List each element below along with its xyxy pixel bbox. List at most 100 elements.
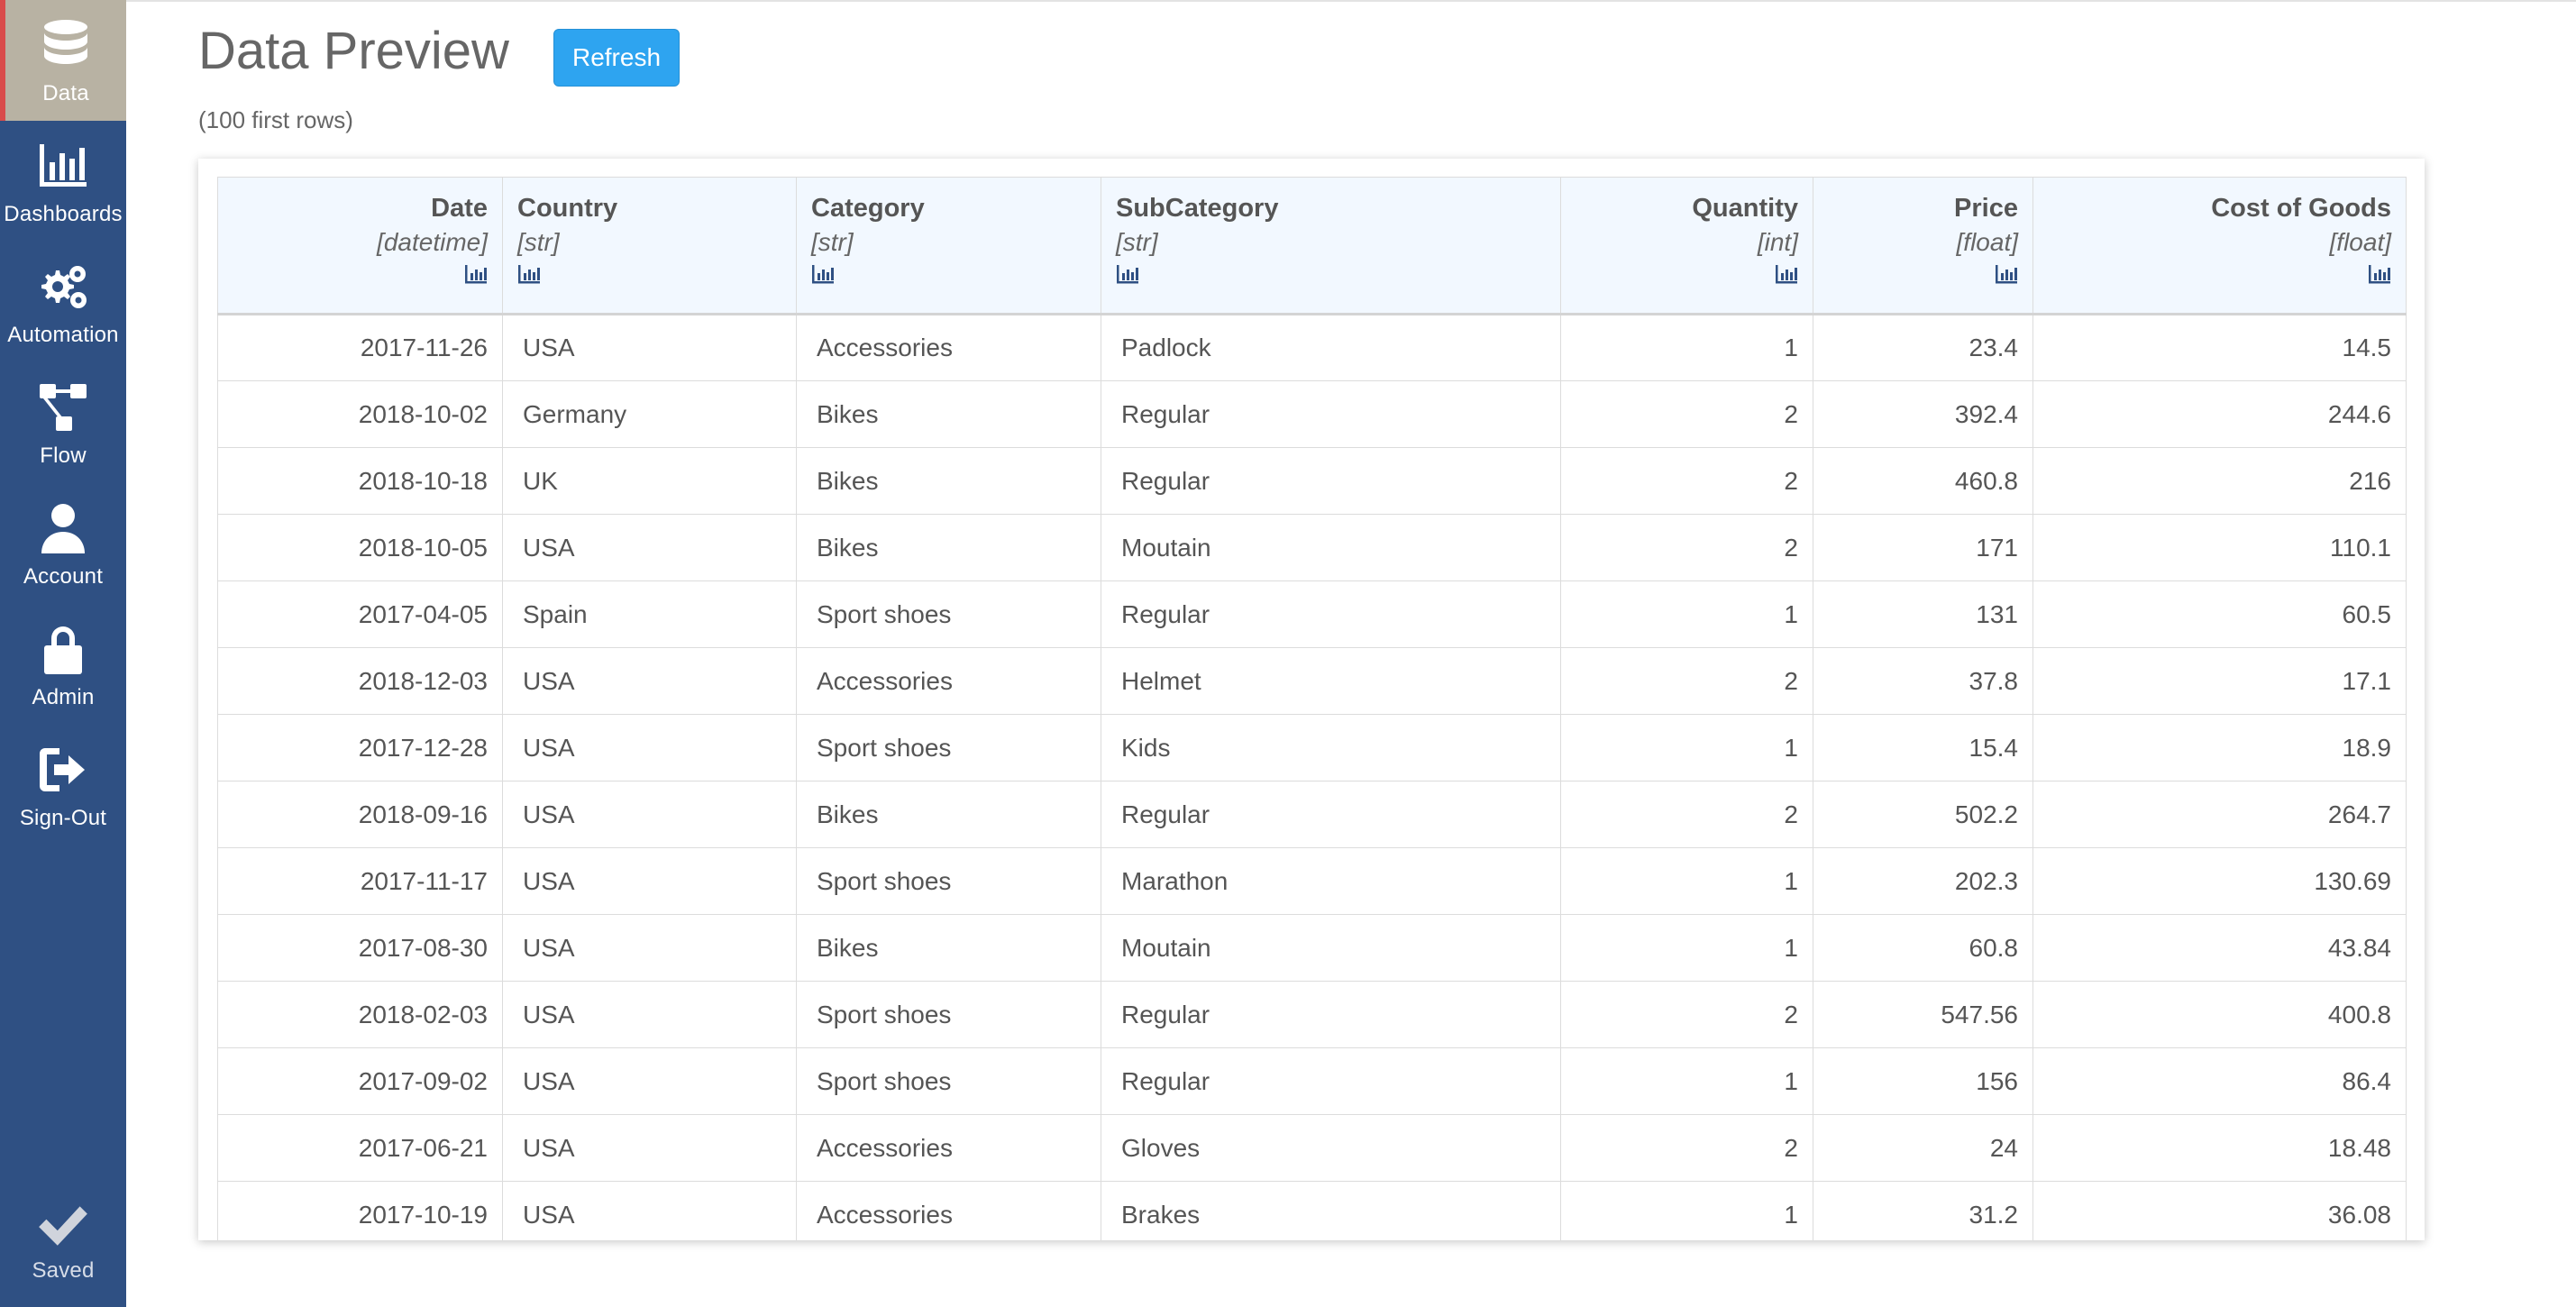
cell-subcategory: Brakes bbox=[1101, 1181, 1561, 1240]
cell-date: 2017-06-21 bbox=[217, 1114, 503, 1182]
table-header-row: Date [datetime] Country [str] Category [str] S… bbox=[217, 177, 2407, 315]
cell-quantity: 1 bbox=[1560, 580, 1813, 648]
cell-subcategory: Regular bbox=[1101, 580, 1561, 648]
cell-country: USA bbox=[502, 314, 797, 381]
cell-cost-of-goods: 60.5 bbox=[2032, 580, 2407, 648]
column-name: Price bbox=[1954, 194, 2018, 223]
cell-cost-of-goods: 130.69 bbox=[2032, 847, 2407, 915]
cell-category: Bikes bbox=[796, 514, 1101, 581]
cell-category: Bikes bbox=[796, 781, 1101, 848]
cell-price: 131 bbox=[1813, 580, 2033, 648]
sidebar-item-label: Account bbox=[23, 564, 104, 589]
cell-cost-of-goods: 18.48 bbox=[2032, 1114, 2407, 1182]
cell-country: USA bbox=[502, 514, 797, 581]
lock-icon bbox=[34, 620, 92, 678]
sidebar-item-account[interactable]: Account bbox=[0, 483, 126, 604]
column-type: [str] bbox=[517, 228, 560, 256]
cell-subcategory: Padlock bbox=[1101, 314, 1561, 381]
refresh-button[interactable]: Refresh bbox=[553, 29, 680, 87]
cell-country: USA bbox=[502, 847, 797, 915]
column-name: Cost of Goods bbox=[2211, 194, 2391, 223]
column-name: SubCategory bbox=[1116, 194, 1279, 223]
cell-price: 37.8 bbox=[1813, 647, 2033, 715]
top-divider bbox=[126, 0, 2576, 2]
cell-quantity: 2 bbox=[1560, 380, 1813, 448]
bar-chart-icon[interactable] bbox=[1576, 262, 1798, 288]
cell-category: Accessories bbox=[796, 314, 1101, 381]
cell-subcategory: Gloves bbox=[1101, 1114, 1561, 1182]
cell-country: USA bbox=[502, 1114, 797, 1182]
cell-date: 2017-10-19 bbox=[217, 1181, 503, 1240]
cell-price: 156 bbox=[1813, 1047, 2033, 1115]
cell-country: UK bbox=[502, 447, 797, 515]
table-body: 2017-11-26 USA Accessories Padlock 1 23.4 14.5… bbox=[217, 314, 2407, 1240]
cell-date: 2018-12-03 bbox=[217, 647, 503, 715]
column-name: Country bbox=[517, 194, 618, 223]
table-row: 2018-10-05 USA Bikes Moutain 2 171 110.1 bbox=[217, 514, 2407, 581]
rows-subtitle: (100 first rows) bbox=[198, 106, 353, 133]
sidebar-item-automation[interactable]: Automation bbox=[0, 242, 126, 362]
sidebar: Data Dashboards Automation Flow Account … bbox=[0, 0, 126, 1307]
cell-price: 171 bbox=[1813, 514, 2033, 581]
cell-quantity: 2 bbox=[1560, 514, 1813, 581]
bar-chart-icon[interactable] bbox=[2048, 262, 2391, 288]
bar-chart-icon[interactable] bbox=[233, 262, 488, 288]
cell-date: 2018-10-05 bbox=[217, 514, 503, 581]
cell-quantity: 1 bbox=[1560, 1181, 1813, 1240]
cell-subcategory: Kids bbox=[1101, 714, 1561, 781]
column-type: [str] bbox=[811, 228, 854, 256]
column-header-subcategory: SubCategory [str] bbox=[1101, 177, 1561, 315]
cell-price: 24 bbox=[1813, 1114, 2033, 1182]
sidebar-item-flow[interactable]: Flow bbox=[0, 362, 126, 483]
sidebar-item-label: Automation bbox=[7, 323, 119, 347]
column-header-price: Price [float] bbox=[1813, 177, 2033, 315]
checkmark-icon bbox=[39, 1206, 87, 1246]
bar-chart-icon[interactable] bbox=[1828, 262, 2018, 288]
sidebar-item-data[interactable]: Data bbox=[0, 0, 126, 121]
cell-category: Sport shoes bbox=[796, 1047, 1101, 1115]
user-icon bbox=[34, 499, 92, 557]
cell-quantity: 2 bbox=[1560, 781, 1813, 848]
table-row: 2018-10-02 Germany Bikes Regular 2 392.4 244.6 bbox=[217, 380, 2407, 448]
cell-subcategory: Regular bbox=[1101, 981, 1561, 1048]
cell-date: 2018-02-03 bbox=[217, 981, 503, 1048]
cell-cost-of-goods: 400.8 bbox=[2032, 981, 2407, 1048]
sidebar-item-admin[interactable]: Admin bbox=[0, 604, 126, 725]
cell-country: USA bbox=[502, 647, 797, 715]
bar-chart-icon[interactable] bbox=[811, 262, 1086, 288]
cell-date: 2017-11-17 bbox=[217, 847, 503, 915]
cell-quantity: 1 bbox=[1560, 714, 1813, 781]
cell-category: Sport shoes bbox=[796, 714, 1101, 781]
sidebar-item-label: Admin bbox=[32, 685, 95, 709]
cell-price: 202.3 bbox=[1813, 847, 2033, 915]
sidebar-item-label: Dashboards bbox=[4, 202, 123, 226]
cell-quantity: 1 bbox=[1560, 314, 1813, 381]
table-row: 2018-09-16 USA Bikes Regular 2 502.2 264.7 bbox=[217, 781, 2407, 848]
cell-price: 460.8 bbox=[1813, 447, 2033, 515]
data-preview-table: Date [datetime] Country [str] Category [str] S… bbox=[217, 177, 2407, 1240]
column-type: [str] bbox=[1116, 228, 1158, 256]
cell-date: 2017-12-28 bbox=[217, 714, 503, 781]
bar-chart-icon[interactable] bbox=[517, 262, 781, 288]
sidebar-item-label: Sign-Out bbox=[19, 806, 107, 830]
cell-quantity: 2 bbox=[1560, 447, 1813, 515]
column-type: [datetime] bbox=[377, 228, 488, 256]
cell-quantity: 1 bbox=[1560, 914, 1813, 982]
table-row: 2017-04-05 Spain Sport shoes Regular 1 131 60.… bbox=[217, 580, 2407, 648]
cell-country: USA bbox=[502, 981, 797, 1048]
sidebar-item-dashboards[interactable]: Dashboards bbox=[0, 121, 126, 242]
column-header-date: Date [datetime] bbox=[217, 177, 503, 315]
sidebar-item-sign-out[interactable]: Sign-Out bbox=[0, 725, 126, 845]
cell-subcategory: Helmet bbox=[1101, 647, 1561, 715]
cell-category: Accessories bbox=[796, 1181, 1101, 1240]
cell-category: Sport shoes bbox=[796, 981, 1101, 1048]
table-row: 2018-02-03 USA Sport shoes Regular 2 547.56 40… bbox=[217, 981, 2407, 1048]
cell-price: 23.4 bbox=[1813, 314, 2033, 381]
column-type: [float] bbox=[1956, 228, 2018, 256]
bar-chart-icon[interactable] bbox=[1116, 262, 1546, 288]
cell-country: Spain bbox=[502, 580, 797, 648]
cell-subcategory: Regular bbox=[1101, 1047, 1561, 1115]
column-name: Category bbox=[811, 194, 925, 223]
cell-subcategory: Regular bbox=[1101, 781, 1561, 848]
cell-subcategory: Moutain bbox=[1101, 514, 1561, 581]
